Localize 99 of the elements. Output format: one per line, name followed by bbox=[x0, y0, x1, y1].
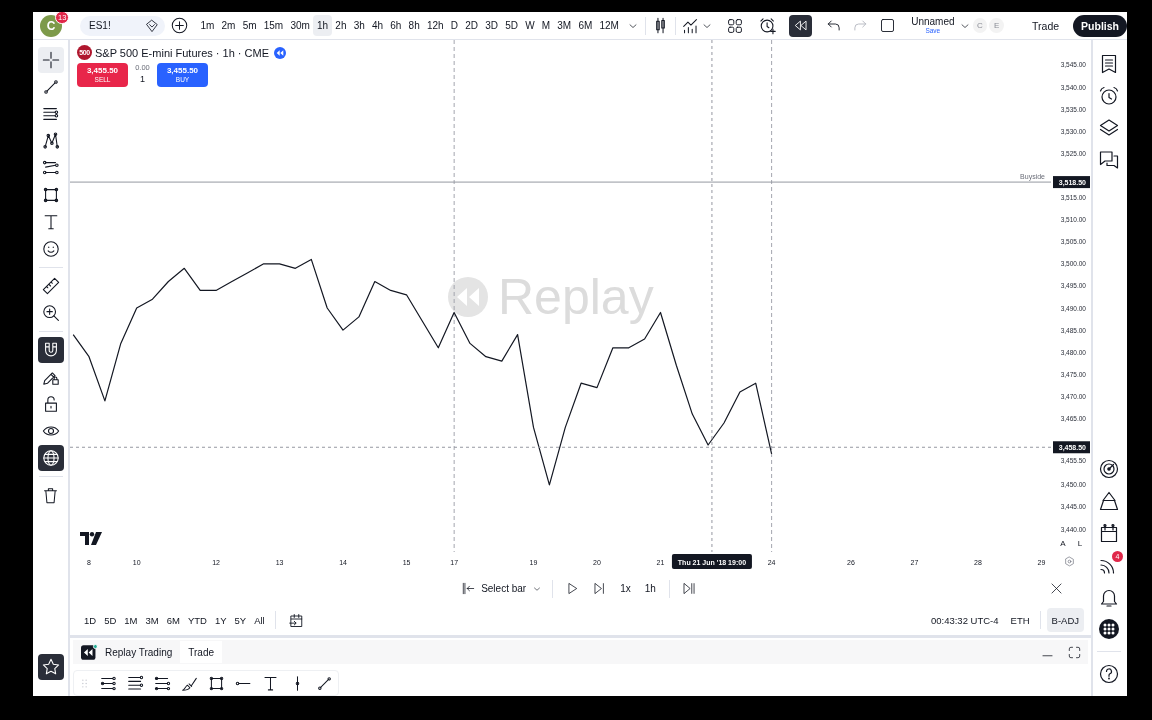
layout-grid-icon[interactable] bbox=[726, 17, 743, 34]
clock-text[interactable]: 00:43:32 UTC-4 bbox=[930, 614, 999, 626]
select-bar-button[interactable]: Select bar bbox=[458, 577, 547, 600]
bell-icon[interactable] bbox=[1099, 587, 1119, 607]
undo-icon[interactable] bbox=[826, 18, 842, 33]
crosshair-icon bbox=[41, 51, 60, 69]
scale-mode-button[interactable]: L bbox=[1073, 537, 1087, 550]
trend-line-icon[interactable] bbox=[316, 674, 333, 692]
layers-icon[interactable] bbox=[1099, 118, 1119, 138]
interval-tab[interactable]: 3M bbox=[553, 15, 575, 36]
interval-tab[interactable]: 6h bbox=[386, 15, 405, 36]
interval-tab[interactable]: 3D bbox=[481, 15, 502, 36]
interval-tab[interactable]: D bbox=[447, 15, 462, 36]
lines-with-nodes-icon[interactable] bbox=[100, 674, 117, 692]
interval-tab[interactable]: M bbox=[538, 15, 554, 36]
interval-tab[interactable]: 12M bbox=[595, 15, 623, 36]
interval-tab[interactable]: 30m bbox=[286, 15, 314, 36]
replay-button[interactable] bbox=[788, 14, 813, 37]
alarm-plus-icon[interactable] bbox=[758, 16, 777, 35]
interval-tab[interactable]: 1h bbox=[313, 15, 332, 36]
step-forward-icon[interactable] bbox=[593, 582, 607, 595]
interval-button[interactable]: 1h bbox=[637, 577, 663, 600]
help-icon[interactable] bbox=[1099, 664, 1119, 684]
range-button[interactable]: 6M bbox=[162, 610, 184, 630]
target-icon[interactable] bbox=[1099, 459, 1119, 479]
lines-with-nodes-icon bbox=[41, 159, 60, 177]
crosshair-tool[interactable] bbox=[37, 47, 64, 73]
interval-tab[interactable]: 6M bbox=[574, 15, 596, 36]
layout-name-button[interactable]: Unnamed bbox=[911, 16, 955, 27]
interval-tab[interactable]: 2D bbox=[461, 15, 482, 36]
range-button[interactable]: 3M bbox=[141, 610, 163, 630]
symbol-title[interactable]: S&P 500 E-mini Futures · 1h · CME bbox=[95, 46, 270, 59]
range-button[interactable]: 1D bbox=[80, 610, 101, 630]
smiley-icon bbox=[41, 240, 60, 258]
range-button[interactable]: 1M bbox=[120, 610, 142, 630]
magnet-toggle[interactable] bbox=[37, 337, 64, 363]
sync-toggle[interactable] bbox=[37, 445, 64, 471]
interval-tab[interactable]: 1m bbox=[196, 15, 218, 36]
indicators-icon[interactable] bbox=[681, 17, 699, 34]
jump-to-end-icon[interactable] bbox=[682, 582, 696, 595]
parallel-lines-icon[interactable] bbox=[127, 674, 144, 692]
zigzag-icon bbox=[41, 132, 60, 150]
drag-handle-icon[interactable] bbox=[79, 677, 90, 689]
zoom-in-icon bbox=[41, 304, 60, 322]
publish-button[interactable]: Publish bbox=[1073, 14, 1127, 37]
trend-line-icon bbox=[41, 78, 60, 96]
interval-tab[interactable]: W bbox=[521, 15, 539, 36]
scale-mode-button[interactable]: A bbox=[1056, 537, 1070, 550]
rewind-icon bbox=[792, 18, 808, 33]
adjustment-toggle[interactable]: B-ADJ bbox=[1046, 608, 1084, 632]
trade-button[interactable]: Trade bbox=[1026, 14, 1066, 37]
globe-icon bbox=[41, 449, 60, 467]
maximize-icon[interactable] bbox=[1068, 645, 1081, 659]
interval-tab[interactable]: 2h bbox=[331, 15, 351, 36]
panel-title: Replay Trading bbox=[105, 646, 173, 658]
interval-tab[interactable]: 15m bbox=[260, 15, 287, 36]
range-button[interactable]: All bbox=[250, 610, 269, 630]
interval-tab[interactable]: 12h bbox=[423, 15, 448, 36]
alarm-clock-icon[interactable] bbox=[1099, 86, 1119, 106]
symbol-search-field[interactable]: ES1! bbox=[80, 15, 165, 36]
close-icon[interactable] bbox=[1050, 582, 1063, 595]
diamond-icon[interactable] bbox=[144, 18, 159, 33]
lines-with-nodes-icon bbox=[41, 105, 60, 123]
select-bar-icon bbox=[462, 582, 476, 595]
ruler-icon bbox=[41, 277, 60, 295]
channel-icon[interactable] bbox=[154, 674, 171, 692]
interval-tab[interactable]: 3h bbox=[350, 15, 369, 36]
document-list-icon[interactable] bbox=[1099, 54, 1119, 74]
trade-button[interactable]: Trade bbox=[180, 641, 223, 663]
logo-icon bbox=[80, 532, 102, 545]
grid-dots-icon[interactable] bbox=[1099, 619, 1119, 639]
trash-icon[interactable] bbox=[42, 486, 59, 504]
chat-bubbles-icon[interactable] bbox=[1099, 150, 1119, 170]
interval-tab[interactable]: 4h bbox=[368, 15, 387, 36]
rectangle-icon[interactable] bbox=[208, 674, 225, 692]
range-button[interactable]: 1Y bbox=[210, 610, 231, 630]
rectangle-icon bbox=[41, 186, 60, 204]
pyramid-icon[interactable] bbox=[1099, 491, 1119, 511]
calendar-icon[interactable] bbox=[1099, 523, 1119, 543]
range-button[interactable]: 5D bbox=[100, 610, 121, 630]
favorites-toggle[interactable] bbox=[37, 654, 64, 680]
speed-button[interactable]: 1x bbox=[613, 577, 638, 600]
quantity-field[interactable]: 1 bbox=[140, 74, 145, 84]
text-icon[interactable] bbox=[262, 674, 279, 692]
play-icon[interactable] bbox=[566, 582, 580, 595]
interval-tab[interactable]: 5m bbox=[239, 15, 261, 36]
add-circle-icon[interactable] bbox=[170, 17, 188, 34]
calendar-arrow-icon[interactable] bbox=[288, 612, 304, 628]
replay-indicator-icon bbox=[274, 46, 287, 59]
range-button[interactable]: 5Y bbox=[230, 610, 251, 630]
interval-tab[interactable]: 8h bbox=[405, 15, 424, 36]
rewind-tile-icon bbox=[81, 643, 98, 661]
star-icon bbox=[41, 658, 60, 676]
session-button[interactable]: ETH bbox=[1006, 610, 1034, 630]
rewind-disc-icon bbox=[448, 277, 488, 317]
square-icon[interactable] bbox=[880, 18, 896, 33]
interval-tab[interactable]: 2m bbox=[217, 15, 240, 36]
interval-tab[interactable]: 5D bbox=[501, 15, 522, 36]
range-button[interactable]: YTD bbox=[183, 610, 211, 630]
